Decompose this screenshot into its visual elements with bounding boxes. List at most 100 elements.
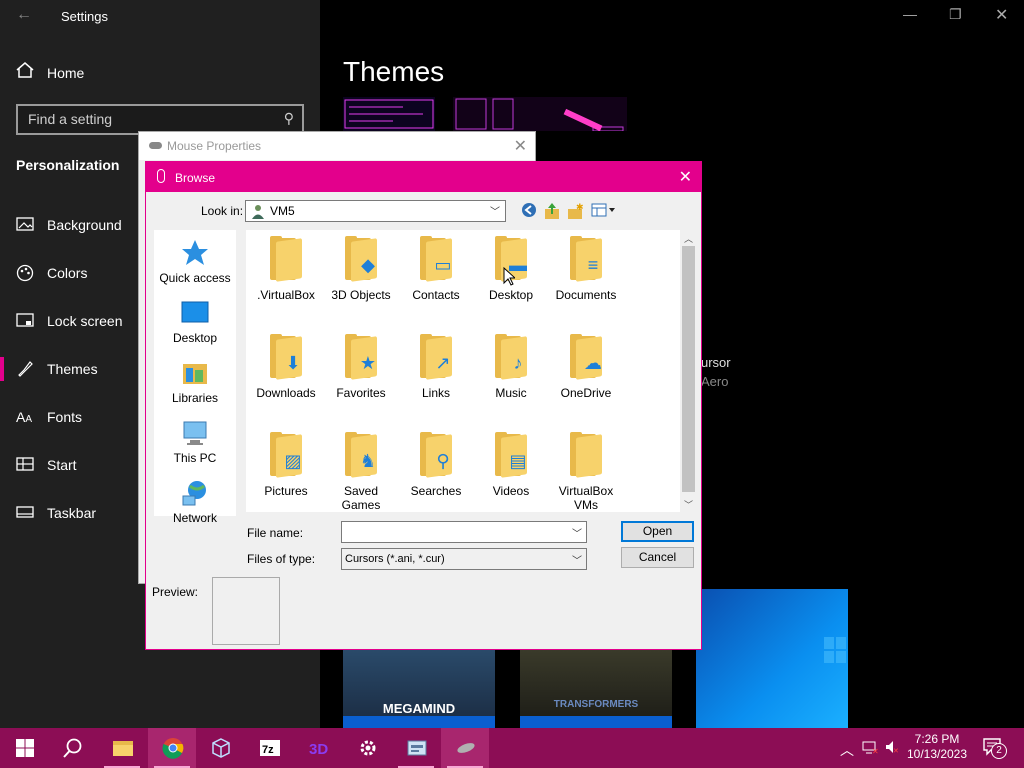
chevron-up-icon[interactable]: ︿ bbox=[840, 740, 854, 760]
close-icon[interactable]: ✕ bbox=[514, 136, 527, 156]
clock-date: 10/13/2023 bbox=[906, 747, 968, 761]
theme-thumbnail[interactable] bbox=[343, 97, 435, 131]
cursor-theme-text: ursor Aero bbox=[701, 353, 731, 391]
file-type-select[interactable]: Cursors (*.ani, *.cur) ﹀ bbox=[341, 548, 587, 570]
place-label: This PC bbox=[173, 451, 217, 465]
open-button[interactable]: Open bbox=[621, 521, 694, 542]
look-in-dropdown[interactable]: VM5 ﹀ bbox=[245, 200, 506, 222]
windows-logo-icon bbox=[16, 739, 34, 757]
mouse-icon bbox=[157, 169, 165, 183]
folder-downloads-icon: ⬇ bbox=[268, 334, 304, 380]
close-icon[interactable]: ✕ bbox=[679, 167, 692, 187]
clock[interactable]: 7:26 PM 10/13/2023 bbox=[900, 732, 974, 762]
nav-label: Start bbox=[47, 457, 77, 473]
file-item[interactable]: ☁ OneDrive bbox=[548, 334, 624, 400]
clock-time: 7:26 PM bbox=[914, 732, 960, 746]
volume-muted-icon[interactable]: ✕ bbox=[885, 740, 899, 757]
file-item[interactable]: ★ Favorites bbox=[323, 334, 399, 400]
theme-thumbnail-megamind[interactable]: MEGAMIND bbox=[343, 650, 495, 728]
file-item-label: OneDrive bbox=[560, 386, 612, 400]
file-item[interactable]: ▤ Videos bbox=[473, 432, 549, 498]
cancel-button[interactable]: Cancel bbox=[621, 547, 694, 568]
back-icon[interactable] bbox=[520, 202, 538, 220]
file-item[interactable]: ◆ 3D Objects bbox=[323, 236, 399, 302]
folder-icon bbox=[268, 236, 304, 282]
view-menu-icon[interactable] bbox=[591, 202, 617, 220]
settings-button[interactable] bbox=[343, 728, 391, 768]
home-icon bbox=[16, 62, 38, 81]
folder-icon bbox=[113, 741, 133, 756]
place-label: Quick access bbox=[159, 271, 231, 285]
place-this-pc[interactable]: This PC bbox=[154, 418, 236, 465]
place-network[interactable]: Network bbox=[154, 478, 236, 525]
file-name-label: File name: bbox=[247, 526, 304, 540]
scrollbar-thumb[interactable] bbox=[682, 246, 695, 492]
file-item[interactable]: ≡ Documents bbox=[548, 236, 624, 302]
chevron-down-icon[interactable]: ﹀ bbox=[572, 525, 582, 540]
back-arrow-icon[interactable]: ← bbox=[16, 6, 32, 24]
file-item-label: Contacts bbox=[412, 288, 460, 302]
theme-thumbnail[interactable] bbox=[453, 97, 627, 131]
control-panel-button[interactable] bbox=[392, 728, 440, 768]
start-button[interactable] bbox=[0, 728, 48, 768]
brush-icon bbox=[16, 360, 34, 378]
up-folder-icon[interactable] bbox=[543, 202, 561, 220]
file-type-value: Cursors (*.ani, *.cur) bbox=[345, 553, 445, 565]
place-desktop[interactable]: Desktop bbox=[154, 298, 236, 345]
network-status-icon[interactable]: ✕ bbox=[862, 740, 879, 757]
transformers-label: TRANSFORMERS bbox=[553, 699, 639, 710]
scroll-up-icon[interactable]: ︿ bbox=[680, 232, 697, 245]
file-name-input[interactable]: ﹀ bbox=[341, 521, 587, 543]
notifications-button[interactable]: 2 bbox=[983, 737, 1007, 760]
megamind-label: MEGAMIND bbox=[382, 701, 456, 716]
mouse-pointer-icon bbox=[503, 267, 515, 286]
file-item-label: Searches bbox=[410, 484, 462, 498]
look-in-value: VM5 bbox=[270, 204, 295, 218]
mouse-properties-button[interactable] bbox=[441, 728, 489, 768]
file-item[interactable]: ↗ Links bbox=[398, 334, 474, 400]
cursor-theme-name: ursor bbox=[701, 355, 731, 370]
folder-music-icon: ♪ bbox=[493, 334, 529, 380]
mouse-properties-titlebar[interactable]: Mouse Properties ✕ bbox=[139, 132, 535, 160]
vertical-scrollbar[interactable]: ︿ ﹀ bbox=[680, 230, 697, 512]
browse-titlebar[interactable]: Browse ✕ bbox=[146, 162, 701, 192]
folder-links-icon: ↗ bbox=[418, 334, 454, 380]
close-icon[interactable]: ✕ bbox=[995, 5, 1008, 25]
search-button[interactable] bbox=[48, 728, 96, 768]
file-item[interactable]: ⚲ Searches bbox=[398, 432, 474, 498]
file-item[interactable]: ▨ Pictures bbox=[248, 432, 324, 498]
file-item[interactable]: VirtualBox VMs bbox=[548, 432, 624, 512]
file-item[interactable]: ▭ Contacts bbox=[398, 236, 474, 302]
virtualbox-button[interactable] bbox=[196, 728, 244, 768]
file-item-label: Videos bbox=[492, 484, 530, 498]
file-item-label: Links bbox=[421, 386, 450, 400]
restore-icon[interactable]: ❐ bbox=[949, 6, 962, 23]
folder-icon bbox=[568, 432, 604, 478]
page-title: Themes bbox=[343, 56, 445, 87]
thumb-bar bbox=[343, 716, 495, 728]
3d-app-button[interactable]: 3D bbox=[294, 728, 342, 768]
new-folder-icon[interactable]: ✱ bbox=[566, 202, 584, 220]
file-item[interactable]: ⬇ Downloads bbox=[248, 334, 324, 400]
network-icon bbox=[180, 478, 210, 508]
7zip-button[interactable]: 7z bbox=[245, 728, 293, 768]
file-item[interactable]: ♪ Music bbox=[473, 334, 549, 400]
theme-thumbnail-windows[interactable] bbox=[696, 589, 848, 728]
place-libraries[interactable]: Libraries bbox=[154, 358, 236, 405]
svg-text:7z: 7z bbox=[262, 744, 274, 756]
svg-text:3D: 3D bbox=[309, 741, 328, 758]
chrome-button[interactable] bbox=[148, 728, 196, 768]
svg-text:✕: ✕ bbox=[893, 748, 899, 754]
file-item-label: Favorites bbox=[336, 386, 386, 400]
home-link[interactable]: Home bbox=[16, 62, 84, 81]
folder-pictures-icon: ▨ bbox=[268, 432, 304, 478]
folder-favorites-icon: ★ bbox=[343, 334, 379, 380]
theme-thumbnail-transformers[interactable]: TRANSFORMERS bbox=[520, 650, 672, 728]
place-quick-access[interactable]: Quick access bbox=[154, 238, 236, 285]
file-item[interactable]: ♞ Saved Games bbox=[323, 432, 399, 512]
file-item[interactable]: .VirtualBox bbox=[248, 236, 324, 302]
scroll-down-icon[interactable]: ﹀ bbox=[680, 498, 697, 511]
minimize-icon[interactable]: — bbox=[903, 6, 917, 22]
file-explorer-button[interactable] bbox=[98, 728, 146, 768]
place-label: Desktop bbox=[172, 331, 218, 345]
